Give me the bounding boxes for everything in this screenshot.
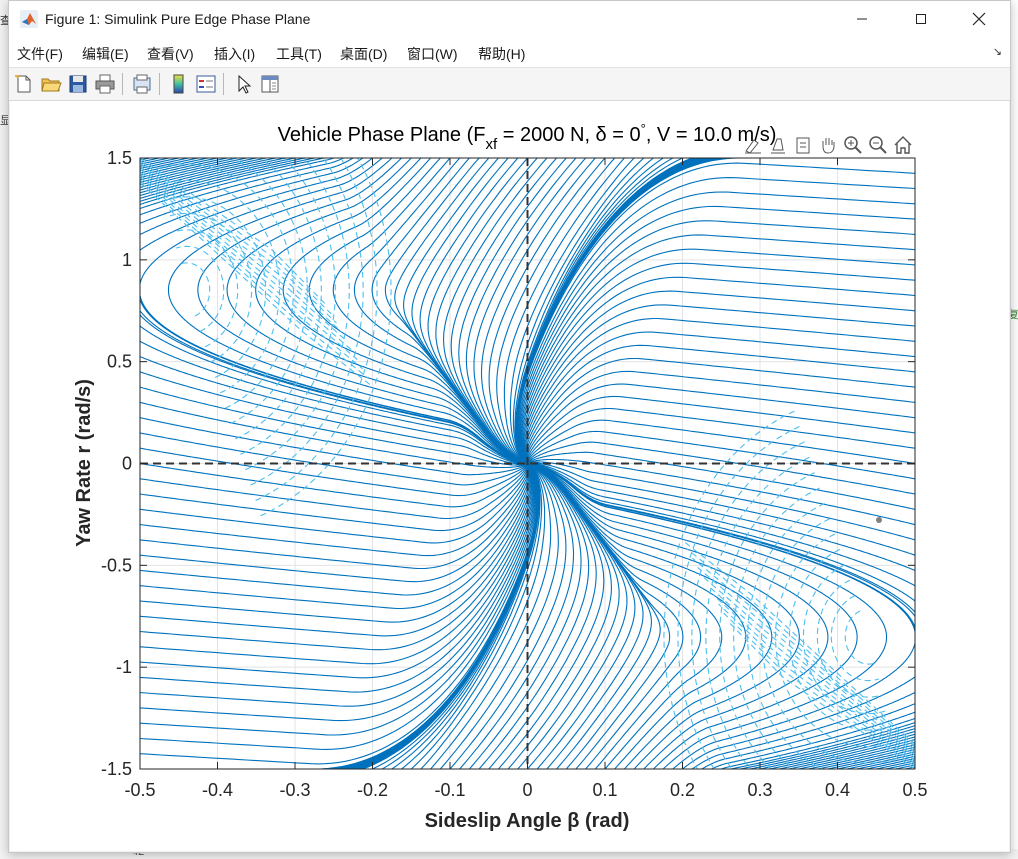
menu-file[interactable]: 文件(F) [17,44,63,64]
trajectory-solid [140,173,141,174]
menu-edit[interactable]: 编辑(E) [82,44,129,64]
y-tick-label: -1.5 [101,759,132,779]
open-file-icon[interactable] [40,73,62,95]
trajectory-solid [914,768,915,769]
trajectory-solid [914,722,915,724]
trajectory-solid [914,707,915,708]
x-tick-label: -0.3 [279,780,310,800]
axes-toolbar [742,134,914,156]
new-figure-icon[interactable] [13,73,35,95]
data-tip-icon[interactable] [767,134,789,156]
menu-desktop[interactable]: 桌面(D) [340,44,387,64]
menu-window[interactable]: 窗口(W) [407,44,458,64]
trajectory-solid [140,188,141,190]
toolbar-separator [122,73,123,95]
trajectory-solid [140,219,141,220]
toolbar-separator [159,73,160,95]
matlab-logo-icon [20,10,38,28]
trajectory-solid [914,676,915,678]
zoom-out-icon[interactable] [867,134,889,156]
x-tick-label: -0.4 [202,780,233,800]
x-axis-label: Sideslip Angle β (rad) [425,810,630,832]
y-tick-label: 1.5 [107,148,132,168]
figure-canvas: -0.5 -0.4 -0.3 -0.2 -0.1 0 0.1 0.2 0.3 0.4 0.5 1.5 1… [10,101,1009,851]
figure-window: Figure 1: Simulink Pure Edge Phase Plane… [8,0,1011,853]
x-tick-label: -0.2 [357,780,388,800]
y-tick-label: 1 [122,250,132,270]
x-tick-label: -0.5 [124,780,155,800]
trajectory-solid [914,737,915,739]
cursor-dot [876,517,882,523]
print-icon[interactable] [94,73,116,95]
minimize-button[interactable] [839,1,885,37]
print-preview-icon[interactable] [131,73,153,95]
dock-arrow-icon[interactable]: ↘ [993,45,1002,58]
close-icon [972,12,986,26]
home-icon[interactable] [892,134,914,156]
x-tick-label: 0.1 [592,780,617,800]
menu-help[interactable]: 帮助(H) [478,44,525,64]
trajectory-solid [140,234,141,236]
trajectory-solid [914,753,915,754]
x-tick-label: 0.3 [747,780,772,800]
menu-bar: 文件(F) 编辑(E) 查看(V) 插入(I) 工具(T) 桌面(D) 窗口(W… [9,37,1010,68]
x-tick-label: 0 [522,780,532,800]
trajectory-solid [914,768,915,769]
trajectory-solid [140,203,141,205]
y-axis-label: Yaw Rate r (rad/s) [73,379,95,547]
restore-view-icon[interactable] [792,134,814,156]
phase-plane-plot[interactable]: -0.5 -0.4 -0.3 -0.2 -0.1 0 0.1 0.2 0.3 0.4 0.5 1.5 1… [10,101,1009,851]
y-tick-label: 0 [122,454,132,474]
minimize-icon [857,18,867,20]
title-bar[interactable]: Figure 1: Simulink Pure Edge Phase Plane [9,1,1010,37]
y-tick-label: 0.5 [107,352,132,372]
maximize-icon [916,14,926,24]
brush-icon[interactable] [742,134,764,156]
property-editor-icon[interactable] [259,73,281,95]
menu-tools[interactable]: 工具(T) [276,44,322,64]
close-button[interactable] [956,1,1002,37]
x-tick-label: -0.1 [434,780,465,800]
zoom-in-icon[interactable] [842,134,864,156]
pan-icon[interactable] [817,134,839,156]
legend-icon[interactable] [195,73,217,95]
menu-insert[interactable]: 插入(I) [214,44,255,64]
pointer-icon[interactable] [233,73,255,95]
x-tick-label: 0.4 [825,780,850,800]
x-tick-label: 0.2 [670,780,695,800]
x-tick-label: 0.5 [902,780,927,800]
y-tick-label: -1 [116,657,132,677]
colorbar-icon[interactable] [168,73,190,95]
menu-view[interactable]: 查看(V) [147,44,194,64]
save-icon[interactable] [67,73,89,95]
maximize-button[interactable] [898,1,944,37]
figure-toolbar [9,68,1010,101]
chart-title: Vehicle Phase Plane (Fxf = 2000 N, δ = 0… [278,121,777,153]
trajectory-solid [914,691,915,693]
toolbar-separator [223,73,224,95]
window-title: Figure 1: Simulink Pure Edge Phase Plane [45,11,311,27]
y-tick-label: -0.5 [101,555,132,575]
